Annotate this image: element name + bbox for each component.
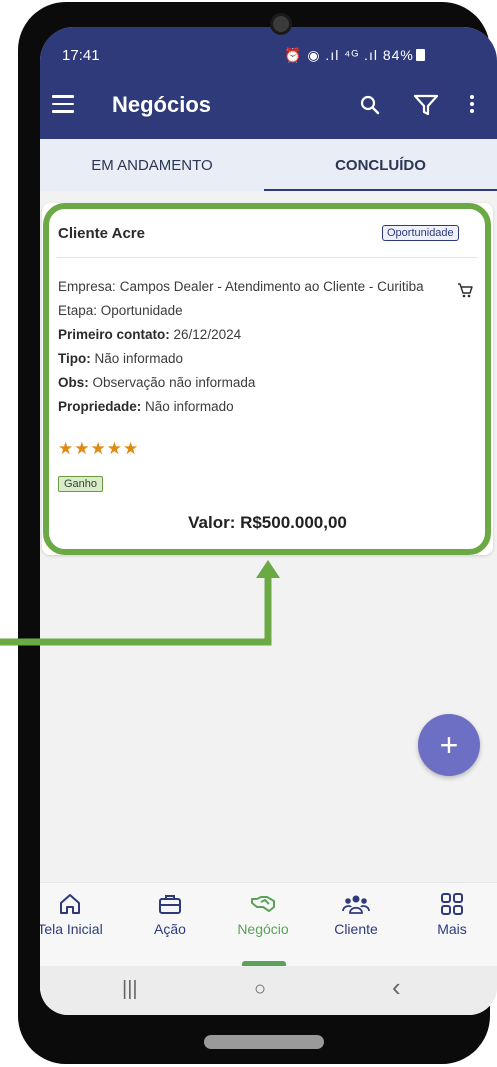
recents-button[interactable]: |||: [122, 978, 138, 1001]
nav-negocio[interactable]: Negócio: [223, 891, 303, 937]
back-button[interactable]: ‹: [392, 972, 401, 1003]
system-navigation-bar: ||| ○ ‹: [40, 966, 497, 1015]
gesture-pill: [204, 1035, 324, 1049]
handshake-icon: [251, 896, 275, 912]
nav-acao[interactable]: Ação: [130, 891, 210, 937]
battery-icon: [415, 49, 425, 61]
battery-level: 84%: [382, 47, 414, 63]
users-icon: [342, 895, 370, 914]
briefcase-icon: [159, 895, 181, 914]
bottom-navigation: Tela Inicial Ação Negócio Cliente Mais: [40, 882, 497, 967]
nav-label: Ação: [154, 921, 186, 937]
nav-cliente[interactable]: Cliente: [316, 891, 396, 937]
status-icons: ⏰ ◉ .ıl ⁴ᴳ .ıl 84%: [284, 47, 425, 64]
menu-icon[interactable]: [52, 95, 74, 113]
home-icon: [60, 894, 80, 914]
signal-icons: ⏰ ◉ .ıl ⁴ᴳ .ıl: [284, 47, 378, 63]
app-bar: Negócios: [40, 73, 497, 139]
highlight-frame: [43, 203, 491, 555]
tab-bar: EM ANDAMENTO CONCLUÍDO: [40, 139, 497, 191]
nav-label: Tela Inicial: [40, 921, 103, 937]
status-bar: 17:41 ⏰ ◉ .ıl ⁴ᴳ .ıl 84%: [40, 27, 497, 73]
tab-em-andamento[interactable]: EM ANDAMENTO: [40, 139, 264, 191]
nav-tela-inicial[interactable]: Tela Inicial: [40, 891, 110, 937]
page-title: Negócios: [112, 92, 212, 117]
pointer-arrow: [0, 560, 280, 646]
nav-mais[interactable]: Mais: [412, 891, 492, 937]
tab-concluido[interactable]: CONCLUÍDO: [264, 139, 497, 191]
status-time: 17:41: [62, 47, 100, 64]
grid-icon: [441, 893, 463, 915]
home-button[interactable]: ○: [254, 978, 266, 1001]
filter-icon[interactable]: [412, 91, 440, 119]
add-button[interactable]: +: [418, 714, 480, 776]
more-options-icon[interactable]: [470, 95, 476, 117]
front-camera: [270, 13, 292, 35]
nav-label: Negócio: [237, 921, 289, 937]
nav-label: Mais: [437, 921, 467, 937]
search-icon[interactable]: [358, 93, 382, 117]
nav-label: Cliente: [334, 921, 378, 937]
